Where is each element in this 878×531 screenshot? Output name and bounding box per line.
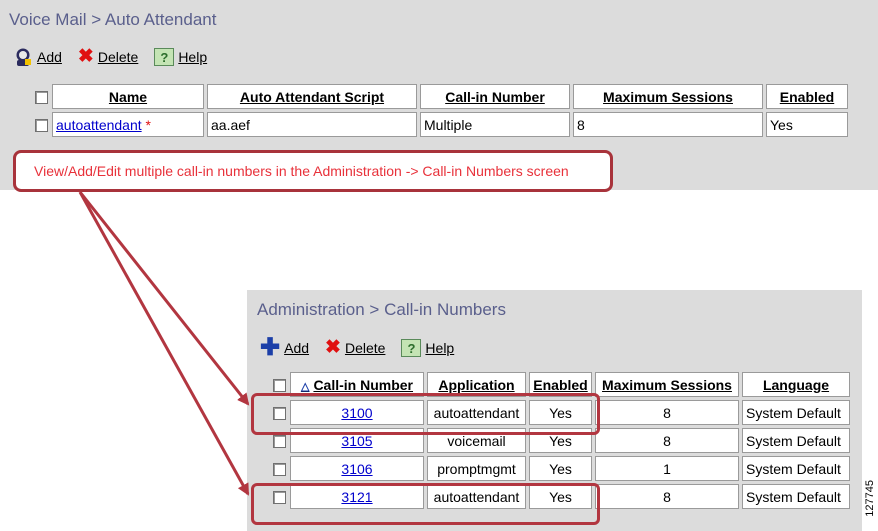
arrow-to-row-3121 <box>78 191 250 496</box>
annotation-arrows <box>78 191 250 496</box>
figure-id: 127745 <box>864 480 876 517</box>
arrow-to-row-3100 <box>78 191 250 406</box>
